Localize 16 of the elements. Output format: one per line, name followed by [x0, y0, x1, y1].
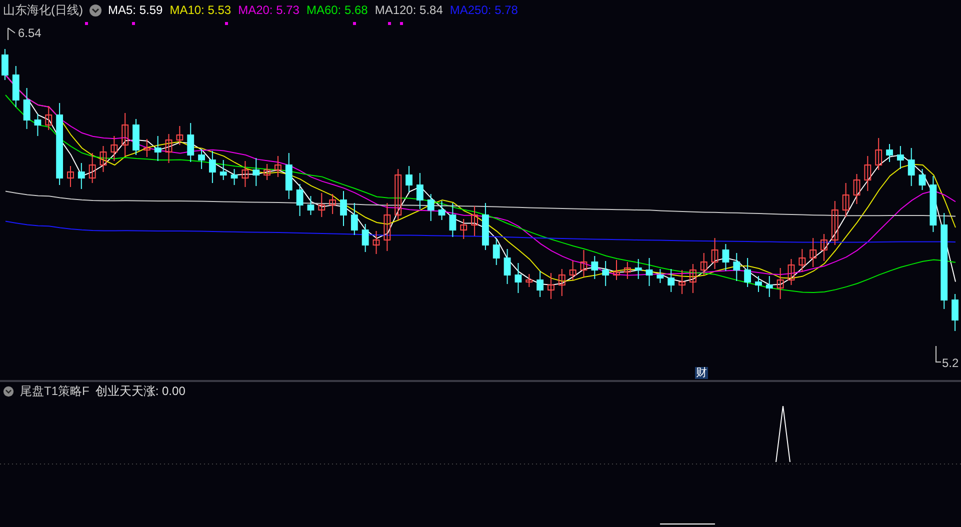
indicator-spike-line: [776, 406, 790, 462]
dropdown-icon[interactable]: [89, 4, 102, 16]
indicator-reading: 创业天天涨: 0.00: [95, 383, 186, 400]
moving-average-reading: MA120: 5.84: [374, 2, 443, 19]
moving-average-reading: MA10: 5.53: [170, 2, 232, 19]
moving-average-reading: MA5: 5.59: [108, 2, 163, 19]
moving-average-reading: MA20: 5.73: [238, 2, 300, 19]
high-marker-arrow-icon: [8, 28, 16, 40]
event-badge[interactable]: 财: [695, 367, 708, 379]
moving-average-reading: MA250: 5.78: [450, 2, 518, 19]
stock-title: 山东海化(日线): [3, 2, 83, 19]
low-price-label: 5.2: [942, 355, 959, 372]
dropdown-icon[interactable]: [3, 386, 14, 396]
moving-average-reading: MA60: 5.68: [306, 2, 368, 19]
indicator-name: 尾盘T1策略F: [20, 383, 90, 400]
high-price-label: 6.54: [18, 25, 42, 42]
